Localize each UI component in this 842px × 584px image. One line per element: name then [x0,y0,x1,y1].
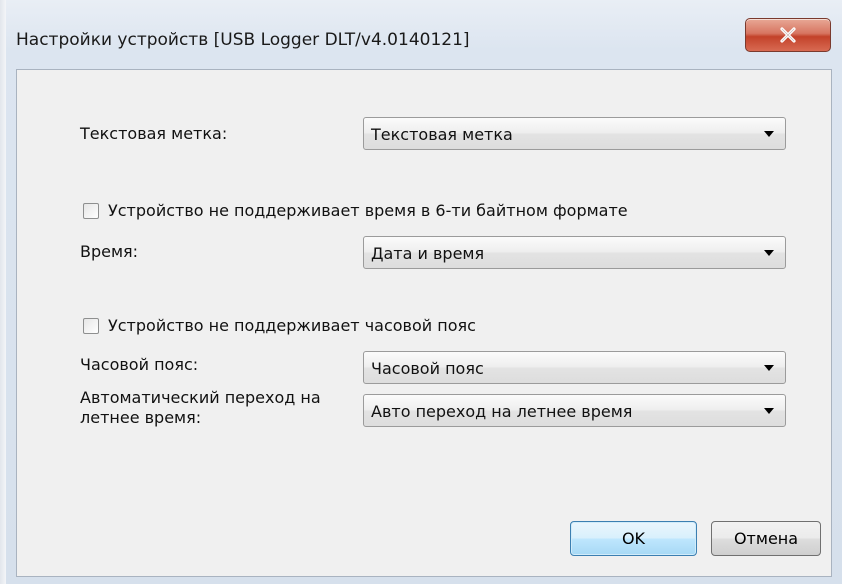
dst-label: Автоматический переход на летнее время: [80,388,321,427]
cancel-button[interactable]: Отмена [711,521,821,556]
timezone-label: Часовой пояс: [80,355,199,374]
text-label-combobox[interactable]: Текстовая метка [363,117,786,150]
chevron-down-icon [764,250,774,256]
timezone-checkbox-row[interactable]: Устройство не поддерживает часовой пояс [83,316,476,335]
time-combobox[interactable]: Дата и время [363,236,786,269]
close-x-icon [778,26,798,44]
time-label: Время: [80,242,139,261]
text-label-label: Текстовая метка: [80,124,228,143]
dialog-client-area: Текстовая метка: Текстовая метка Устройс… [16,69,832,577]
timezone-checkbox-label: Устройство не поддерживает часовой пояс [108,316,476,335]
time-format-checkbox[interactable] [83,202,99,219]
chevron-down-icon [764,408,774,414]
timezone-checkbox[interactable] [83,317,99,334]
close-button[interactable] [745,18,831,52]
window-title: Настройки устройств [USB Logger DLT/v4.0… [16,30,470,50]
chevron-down-icon [764,131,774,137]
frame-edge [0,0,6,584]
text-label-combobox-value: Текстовая метка [371,125,513,144]
ok-button[interactable]: OK [570,521,697,556]
time-format-checkbox-label: Устройство не поддерживает время в 6-ти … [108,201,628,220]
time-format-checkbox-row[interactable]: Устройство не поддерживает время в 6-ти … [83,201,628,220]
timezone-combobox[interactable]: Часовой пояс [363,351,786,384]
time-combobox-value: Дата и время [371,244,485,263]
dst-combobox[interactable]: Авто переход на летнее время [363,394,786,427]
chevron-down-icon [764,365,774,371]
timezone-combobox-value: Часовой пояс [371,359,484,378]
dialog-window: Настройки устройств [USB Logger DLT/v4.0… [0,0,842,584]
dst-combobox-value: Авто переход на летнее время [371,402,633,421]
